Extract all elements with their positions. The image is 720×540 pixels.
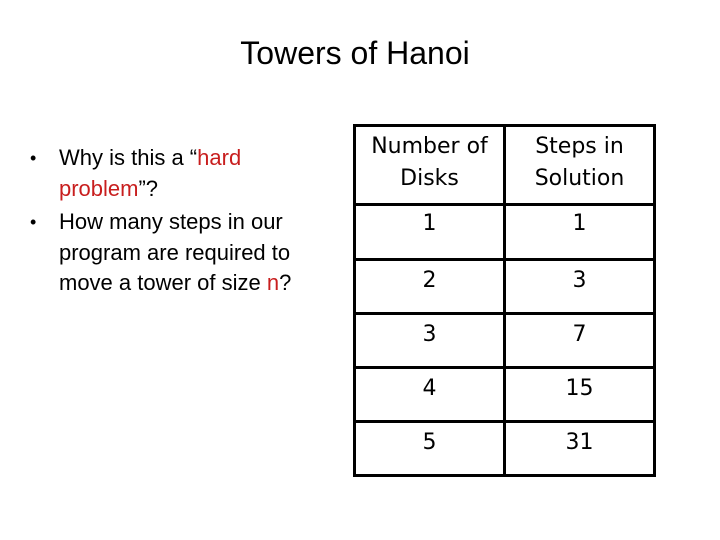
header-number-of-disks: Number of Disks <box>353 124 506 206</box>
cell-disks: 1 <box>353 203 506 261</box>
table-row: 4 15 <box>353 366 656 423</box>
cell-steps: 15 <box>503 366 656 423</box>
bullet-text: How many steps in our program are requir… <box>59 209 291 295</box>
header-steps-in-solution: Steps in Solution <box>503 124 656 206</box>
bullet-text: ”? <box>138 175 159 201</box>
cell-disks: 3 <box>353 312 506 369</box>
bullet-emphasis: n <box>266 270 280 295</box>
bullet-text: ? <box>279 270 292 295</box>
cell-steps: 7 <box>503 312 656 369</box>
cell-steps: 31 <box>503 420 656 477</box>
table-row: 3 7 <box>353 312 656 369</box>
table-row: 2 3 <box>353 258 656 315</box>
table-row: 5 31 <box>353 420 656 477</box>
table-row: 1 1 <box>353 203 656 261</box>
cell-disks: 2 <box>353 258 506 315</box>
table-header-row: Number of Disks Steps in Solution <box>353 124 656 206</box>
cell-steps: 3 <box>503 258 656 315</box>
bullet-list: • Why is this a “hard problem”? • How ma… <box>30 143 330 302</box>
cell-steps: 1 <box>503 203 656 261</box>
bullet-dot-icon: • <box>30 212 37 232</box>
bullet-item: • Why is this a “hard problem”? <box>30 143 330 204</box>
bullet-item: • How many steps in our program are requ… <box>30 207 330 299</box>
slide-title: Towers of Hanoi <box>240 35 470 71</box>
bullet-dot-icon: • <box>30 148 37 168</box>
cell-disks: 4 <box>353 366 506 423</box>
cell-disks: 5 <box>353 420 506 477</box>
steps-table: Number of Disks Steps in Solution 1 1 2 … <box>353 124 656 477</box>
bullet-text: Why is this a “ <box>59 145 198 170</box>
